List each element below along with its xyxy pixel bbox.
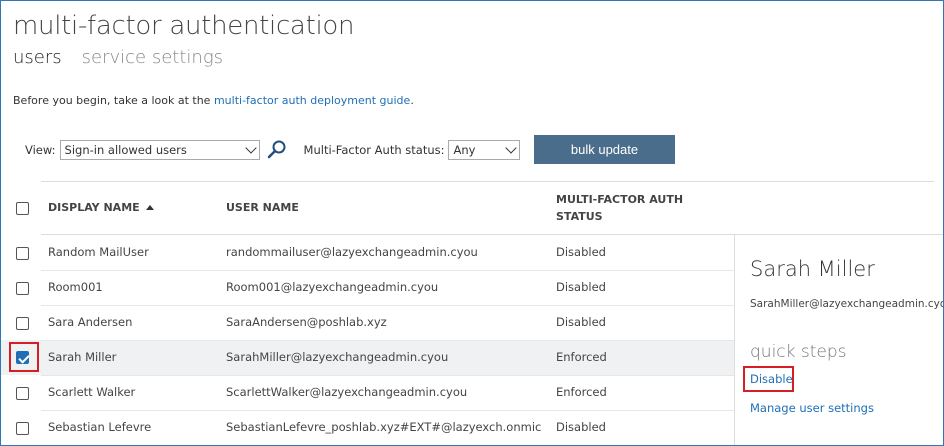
row-divider: [41, 375, 734, 376]
tab-service-settings[interactable]: service settings: [82, 47, 223, 68]
filter-toolbar: View: Sign-in allowed users Multi-Factor…: [25, 137, 521, 163]
row-divider: [41, 305, 734, 306]
deployment-guide-link[interactable]: multi-factor auth deployment guide: [214, 94, 410, 107]
table-row[interactable]: Room001 Room001@lazyexchangeadmin.cyou D…: [1, 270, 734, 305]
highlight-box-disable: [743, 366, 794, 392]
row-checkbox[interactable]: [16, 387, 29, 400]
cell-user-name: randommailuser@lazyexchangeadmin.cyou: [226, 245, 478, 259]
table-row[interactable]: Sebastian Lefevre SebastianLefevre_poshl…: [1, 410, 734, 445]
mfa-page: multi-factor authentication users servic…: [0, 0, 944, 446]
select-all-checkbox[interactable]: [16, 202, 29, 215]
table-top-divider: [41, 181, 934, 182]
details-user-name: Sarah Miller: [750, 257, 875, 281]
mfa-status-select[interactable]: Any: [448, 140, 521, 160]
cell-display-name: Scarlett Walker: [48, 385, 136, 399]
cell-display-name: Sara Andersen: [48, 315, 133, 329]
sort-ascending-icon: [145, 205, 154, 210]
intro-text: Before you begin, take a look at the mul…: [13, 94, 414, 107]
cell-user-name: Room001@lazyexchangeadmin.cyou: [226, 280, 439, 294]
user-details-panel: Sarah Miller SarahMiller@lazyexchangeadm…: [734, 234, 944, 445]
cell-display-name: Random MailUser: [48, 245, 149, 259]
cell-mfa-status: Disabled: [556, 280, 606, 294]
cell-display-name: Sarah Miller: [48, 350, 117, 364]
table-row-selected[interactable]: Sarah Miller SarahMiller@lazyexchangeadm…: [1, 340, 734, 375]
search-icon[interactable]: [266, 139, 288, 161]
column-header-mfa-status-line1: MULTI-FACTOR AUTH: [556, 193, 684, 206]
cell-user-name: SaraAndersen@poshlab.xyz: [226, 315, 387, 329]
cell-user-name: SarahMiller@lazyexchangeadmin.cyou: [226, 350, 449, 364]
page-title: multi-factor authentication: [13, 11, 355, 41]
view-label: View:: [25, 143, 56, 157]
row-checkbox[interactable]: [16, 317, 29, 330]
table-row[interactable]: Scarlett Walker ScarlettWalker@lazyexcha…: [1, 375, 734, 410]
chevron-down-icon: [244, 142, 257, 154]
mfa-status-select-value: Any: [453, 143, 476, 157]
details-user-email: SarahMiller@lazyexchangeadmin.cyou: [750, 298, 944, 310]
cell-mfa-status: Disabled: [556, 315, 606, 329]
bulk-update-button[interactable]: bulk update: [534, 135, 675, 164]
row-checkbox[interactable]: [16, 282, 29, 295]
cell-mfa-status: Enforced: [556, 350, 607, 364]
cell-display-name: Sebastian Lefevre: [48, 420, 152, 434]
chevron-down-icon: [505, 142, 518, 154]
page-tabs: users service settings: [13, 47, 223, 68]
row-divider: [41, 410, 734, 411]
table-row[interactable]: Random MailUser randommailuser@lazyexcha…: [1, 235, 734, 270]
cell-mfa-status: Enforced: [556, 385, 607, 399]
cell-user-name: ScarlettWalker@lazyexchangeadmin.cyou: [226, 385, 468, 399]
table-row[interactable]: Sara Andersen SaraAndersen@poshlab.xyz D…: [1, 305, 734, 340]
cell-user-name: SebastianLefevre_poshlab.xyz#EXT#@lazyex…: [226, 420, 542, 434]
view-select[interactable]: Sign-in allowed users: [59, 140, 260, 160]
column-header-user-name[interactable]: USER NAME: [226, 199, 299, 216]
column-header-display-name[interactable]: DISPLAY NAME: [48, 199, 154, 216]
mfa-status-label: Multi-Factor Auth status:: [303, 143, 445, 157]
cell-mfa-status: Disabled: [556, 420, 606, 434]
manage-user-settings-link[interactable]: Manage user settings: [750, 401, 874, 415]
quick-steps-heading: quick steps: [750, 342, 847, 362]
cell-mfa-status: Disabled: [556, 245, 606, 259]
cell-display-name: Room001: [48, 280, 103, 294]
row-divider: [41, 340, 734, 341]
view-select-value: Sign-in allowed users: [64, 143, 187, 157]
tab-users[interactable]: users: [13, 47, 62, 68]
column-header-mfa-status[interactable]: MULTI-FACTOR AUTH STATUS: [556, 191, 683, 225]
row-checkbox[interactable]: [16, 247, 29, 260]
intro-text-prefix: Before you begin, take a look at the: [13, 94, 214, 107]
intro-text-suffix: .: [410, 94, 414, 107]
row-checkbox[interactable]: [16, 422, 29, 435]
column-header-display-name-label: DISPLAY NAME: [48, 201, 140, 214]
column-header-mfa-status-line2: STATUS: [556, 210, 603, 223]
row-divider: [41, 270, 734, 271]
highlight-box-checkbox: [9, 342, 39, 372]
